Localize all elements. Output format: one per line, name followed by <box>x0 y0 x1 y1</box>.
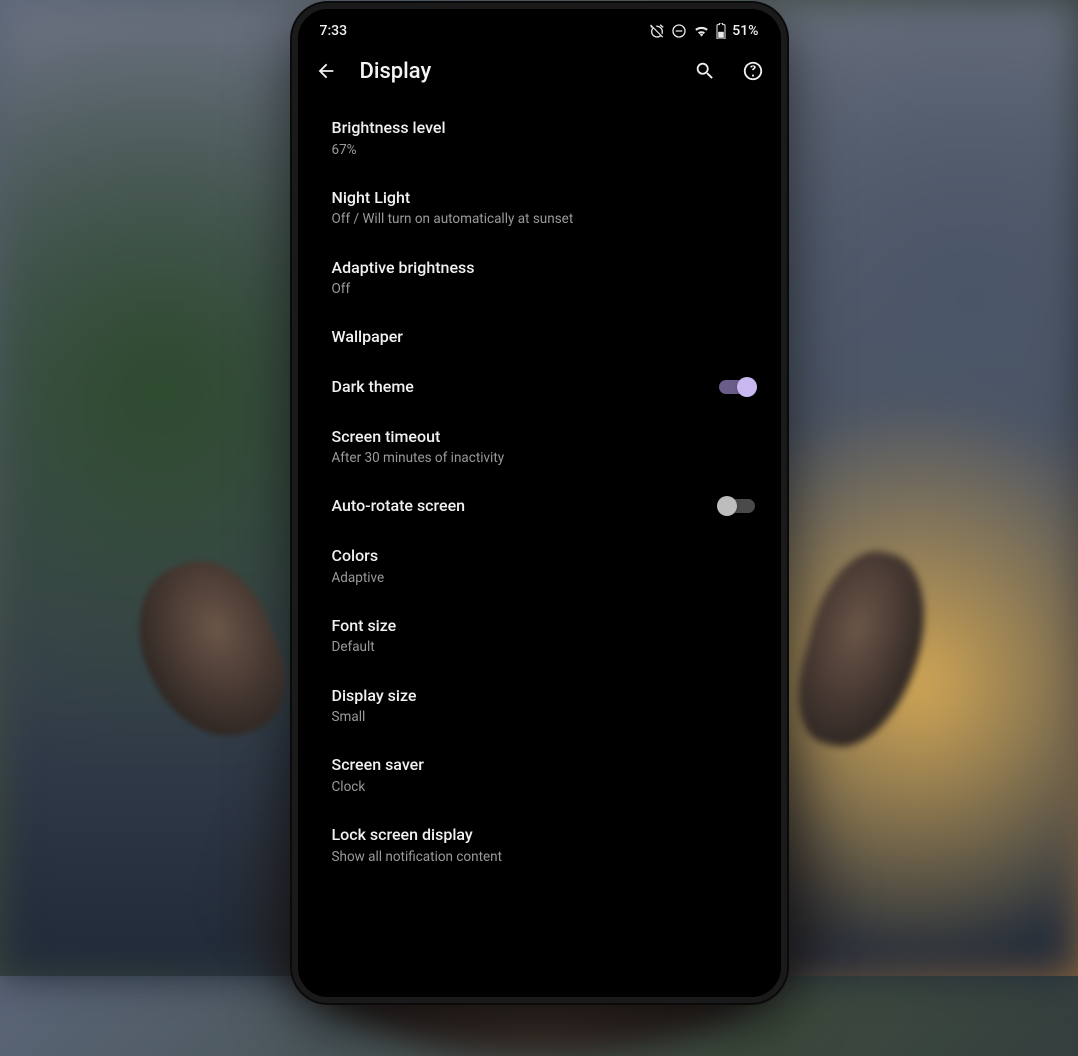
setting-title: Font size <box>332 615 761 637</box>
setting-title: Display size <box>332 685 761 707</box>
setting-subtitle: Adaptive <box>332 569 761 587</box>
setting-title: Dark theme <box>332 376 719 398</box>
setting-text: Colors Adaptive <box>332 545 761 587</box>
search-icon <box>694 60 716 82</box>
setting-subtitle: After 30 minutes of inactivity <box>332 449 761 467</box>
setting-title: Brightness level <box>332 117 761 139</box>
setting-text: Night LightOff / Will turn on automatica… <box>332 187 761 229</box>
setting-item[interactable]: Dark theme <box>332 362 781 412</box>
setting-text: Font sizeDefault <box>332 615 761 657</box>
status-icons: 51% <box>649 23 758 39</box>
setting-title: Night Light <box>332 187 761 209</box>
setting-item[interactable]: Lock screen display Show all notification… <box>332 810 781 880</box>
back-button[interactable] <box>312 57 340 85</box>
app-bar: Display <box>298 47 781 99</box>
setting-title: Screen saver <box>332 754 761 776</box>
alarm-off-icon <box>649 23 665 39</box>
setting-title: Lock screen display <box>332 824 761 846</box>
setting-subtitle: Show all notification content <box>332 848 761 866</box>
setting-text: Wallpaper <box>332 326 761 348</box>
setting-text: Brightness level 67% <box>332 117 761 159</box>
search-button[interactable] <box>691 57 719 85</box>
setting-item[interactable]: Screen timeoutAfter 30 minutes of inacti… <box>332 412 781 482</box>
setting-text: Dark theme <box>332 376 719 398</box>
setting-title: Wallpaper <box>332 326 761 348</box>
setting-subtitle: Off <box>332 280 761 298</box>
toggle-switch[interactable] <box>719 499 755 513</box>
setting-item[interactable]: Font sizeDefault <box>332 601 781 671</box>
battery-percent: 51% <box>732 23 758 39</box>
help-button[interactable] <box>739 57 767 85</box>
phone-screen: 7:33 51% Display Brightness level 67% Nigh… <box>298 9 781 997</box>
help-icon <box>742 60 764 82</box>
setting-item[interactable]: Night LightOff / Will turn on automatica… <box>332 173 781 243</box>
setting-text: Lock screen display Show all notification… <box>332 824 761 866</box>
setting-item[interactable]: Adaptive brightnessOff <box>332 243 781 313</box>
setting-title: Colors <box>332 545 761 567</box>
settings-list[interactable]: Brightness level 67% Night LightOff / Will… <box>298 99 781 997</box>
phone-frame: 7:33 51% Display Brightness level 67% Nigh… <box>292 3 787 1003</box>
status-time: 7:33 <box>320 23 348 39</box>
toggle-knob <box>717 496 737 516</box>
setting-subtitle: 67% <box>332 141 761 159</box>
setting-item[interactable]: Display sizeSmall <box>332 671 781 741</box>
setting-text: Screen timeoutAfter 30 minutes of inacti… <box>332 426 761 468</box>
setting-item[interactable]: Screen saver Clock <box>332 740 781 810</box>
dnd-icon <box>671 23 687 39</box>
wifi-icon <box>693 24 710 38</box>
setting-subtitle: Small <box>332 708 761 726</box>
setting-text: Display sizeSmall <box>332 685 761 727</box>
setting-subtitle: Clock <box>332 778 761 796</box>
arrow-back-icon <box>315 60 337 82</box>
status-bar: 7:33 51% <box>298 9 781 47</box>
setting-item[interactable]: Colors Adaptive <box>332 531 781 601</box>
setting-text: Adaptive brightnessOff <box>332 257 761 299</box>
setting-text: Screen saver Clock <box>332 754 761 796</box>
toggle-knob <box>737 377 757 397</box>
setting-item[interactable]: Auto-rotate screen <box>332 481 781 531</box>
setting-title: Screen timeout <box>332 426 761 448</box>
page-title: Display <box>360 59 671 84</box>
setting-title: Auto-rotate screen <box>332 495 719 517</box>
setting-item[interactable]: Brightness level 67% <box>332 103 781 173</box>
toggle-switch[interactable] <box>719 380 755 394</box>
setting-text: Auto-rotate screen <box>332 495 719 517</box>
setting-subtitle: Default <box>332 638 761 656</box>
battery-icon <box>716 23 726 39</box>
setting-title: Adaptive brightness <box>332 257 761 279</box>
setting-item[interactable]: Wallpaper <box>332 312 781 362</box>
setting-subtitle: Off / Will turn on automatically at suns… <box>332 210 761 228</box>
